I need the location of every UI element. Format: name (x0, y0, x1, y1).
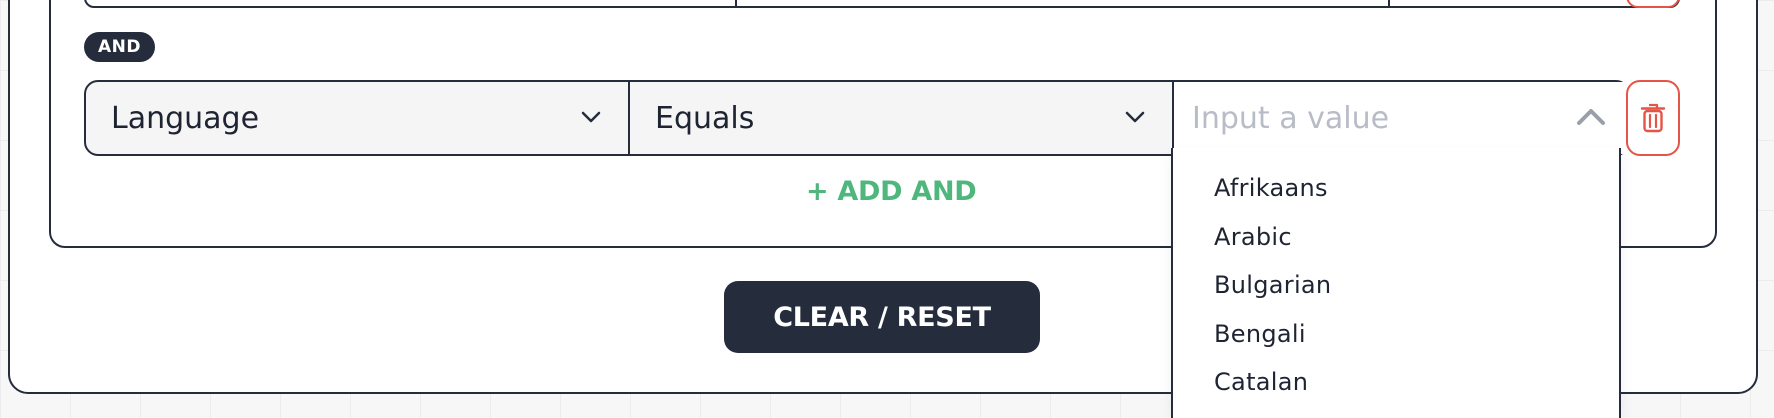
dropdown-option[interactable]: Catalan (1173, 358, 1619, 407)
clear-reset-button[interactable]: CLEAR / RESET (724, 281, 1040, 353)
chevron-down-icon (581, 111, 601, 123)
dropdown-option[interactable]: Bulgarian (1173, 261, 1619, 310)
dropdown-option[interactable]: Afrikaans (1173, 164, 1619, 213)
value-input[interactable] (1174, 82, 1628, 154)
trash-icon (1640, 103, 1666, 133)
and-connector-badge: AND (84, 32, 155, 62)
dropdown-option[interactable]: Arabic (1173, 213, 1619, 262)
field-select[interactable]: Language (86, 82, 630, 154)
dropdown-option[interactable]: Bengali (1173, 310, 1619, 359)
field-select-value: Language (111, 100, 260, 136)
rule-row: Language Equals (84, 80, 1630, 156)
previous-rule-row (84, 0, 1680, 8)
delete-rule-button[interactable] (1626, 80, 1680, 156)
add-and-button[interactable]: + ADD AND (806, 176, 977, 207)
value-dropdown-menu: Afrikaans Arabic Bulgarian Bengali Catal… (1171, 148, 1621, 418)
chevron-down-icon (1125, 111, 1145, 123)
previous-rule-delete-button[interactable] (1626, 0, 1680, 8)
value-combobox (1174, 82, 1628, 154)
operator-select[interactable]: Equals (630, 82, 1174, 154)
chevron-up-icon[interactable] (1576, 102, 1606, 132)
operator-select-value: Equals (655, 100, 755, 136)
